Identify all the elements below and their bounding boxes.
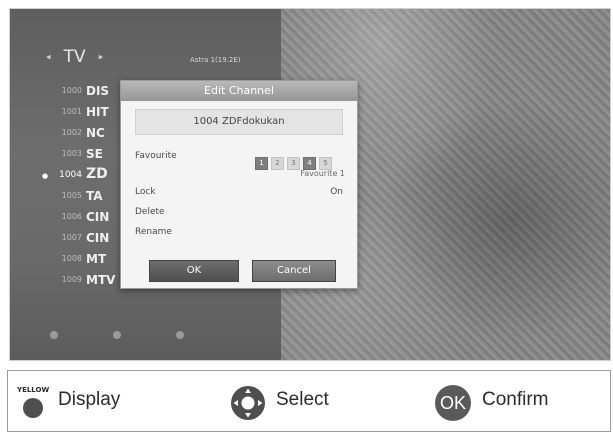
channel-number: 1000: [61, 86, 82, 95]
edit-channel-dialog: Edit Channel 1004 ZDFdokukan Favourite 1…: [120, 80, 358, 289]
bottom-indicators: [50, 324, 234, 343]
channel-name: SE: [86, 147, 103, 161]
delete-option[interactable]: Delete: [135, 207, 165, 217]
favourite-box[interactable]: 2: [271, 157, 284, 170]
channel-name: HIT: [86, 105, 109, 119]
indicator-dot: [113, 331, 122, 339]
right-arrow-icon[interactable]: ▸: [99, 53, 104, 63]
ok-button-icon: OK: [435, 385, 471, 421]
selected-indicator-icon: ●: [42, 172, 49, 180]
channel-number: 1001: [61, 107, 82, 116]
satellite-label: Astra 1(19.2E): [190, 56, 241, 64]
channel-name: ZD: [86, 166, 108, 182]
favourite-box[interactable]: 1: [255, 157, 268, 170]
channel-name: MT: [86, 252, 107, 266]
channel-name-field: 1004 ZDFdokukan: [135, 109, 343, 135]
favourite-box[interactable]: 3: [287, 157, 300, 170]
channel-name: TA: [86, 189, 103, 203]
cancel-button[interactable]: Cancel: [252, 260, 336, 282]
channel-number: 1002: [61, 128, 82, 137]
indicator-dot: [50, 331, 58, 339]
channel-number: 1007: [61, 233, 82, 242]
tv-title: TV: [63, 47, 86, 67]
display-label: Display: [58, 389, 121, 410]
yellow-button-icon: [23, 398, 43, 418]
rename-option[interactable]: Rename: [135, 227, 172, 237]
indicator-dot: [176, 331, 185, 339]
channel-number: 1005: [61, 191, 82, 200]
channel-name: CIN: [86, 231, 110, 245]
favourite-selector[interactable]: 12345: [255, 150, 335, 170]
channel-name: CIN: [86, 210, 110, 224]
channel-number: 1006: [61, 212, 82, 221]
dialog-title: Edit Channel: [121, 81, 357, 101]
channel-name: DIS: [86, 84, 110, 98]
channel-number: 1003: [61, 149, 82, 158]
channel-name: NC: [86, 126, 105, 140]
tv-header: ◂ TV ▸: [46, 47, 103, 67]
lock-value: On: [330, 187, 343, 197]
lock-option[interactable]: Lock: [135, 187, 156, 197]
select-label: Select: [276, 389, 329, 410]
favourite-label: Favourite: [135, 151, 177, 161]
yellow-tag: YELLOW: [17, 386, 50, 394]
navigation-pad-icon: [231, 386, 265, 420]
channel-number: 1004: [59, 170, 82, 180]
button-legend: YELLOW Display Select OK Confirm: [7, 370, 611, 432]
left-arrow-icon[interactable]: ◂: [46, 53, 51, 63]
channel-number: 1009: [61, 275, 82, 284]
ok-button[interactable]: OK: [149, 260, 239, 282]
favourite-value: Favourite 1: [300, 169, 345, 178]
tv-screen: ◂ TV ▸ Astra 1(19.2E) 1000 DIS 1001 HIT 1002…: [9, 8, 611, 361]
confirm-label: Confirm: [482, 389, 549, 410]
channel-number: 1008: [61, 254, 82, 263]
